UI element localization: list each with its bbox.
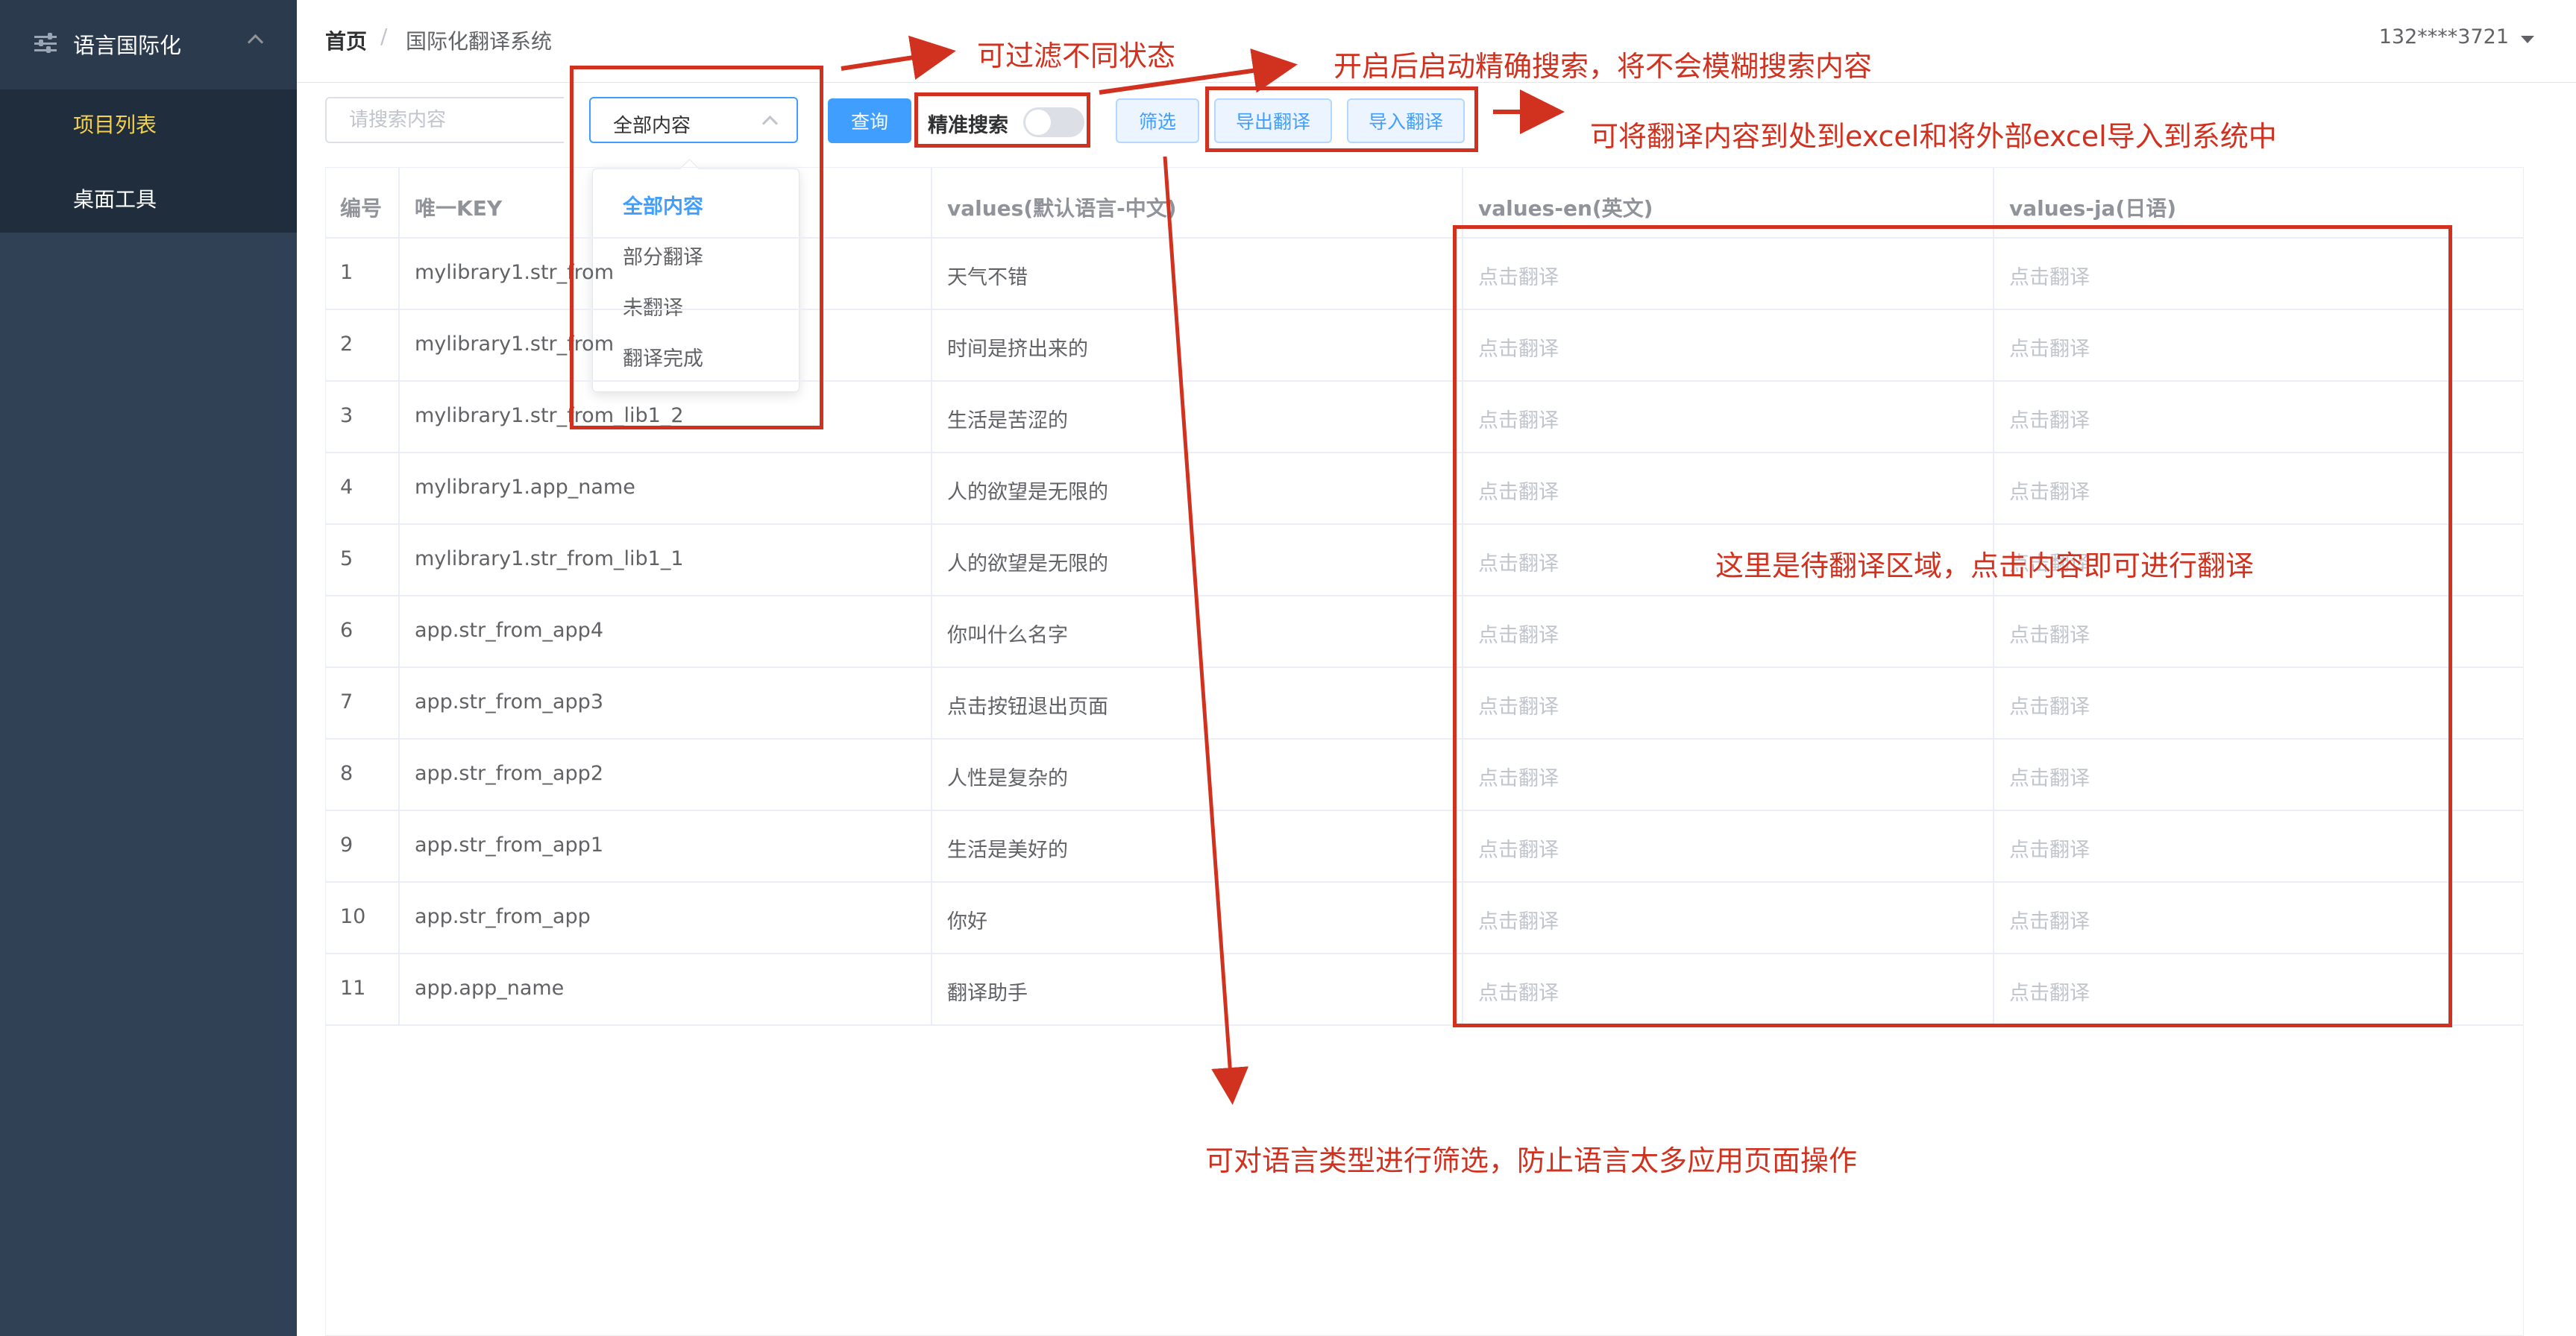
annotation-import-export: 可将翻译内容到处到excel和将外部excel导入到系统中: [1590, 120, 2277, 153]
annotation-box-translate-area: [1453, 225, 2452, 1027]
annotation-box-status-select: [570, 66, 823, 429]
annotation-language-filter: 可对语言类型进行筛选，防止语言太多应用页面操作: [1205, 1144, 1858, 1177]
annotation-exact-search: 开启后启动精确搜索，将不会模糊搜索内容: [1333, 50, 1873, 83]
arrow-language-filter: [1163, 156, 1249, 1105]
arrow-filter-states: [841, 35, 956, 80]
annotation-box-import-export: [1205, 86, 1478, 152]
annotation-box-exact-search: [914, 92, 1090, 148]
annotation-translate-area: 这里是待翻译区域，点击内容即可进行翻译: [1715, 549, 2255, 582]
annotation-filter-states: 可过滤不同状态: [977, 40, 1176, 72]
